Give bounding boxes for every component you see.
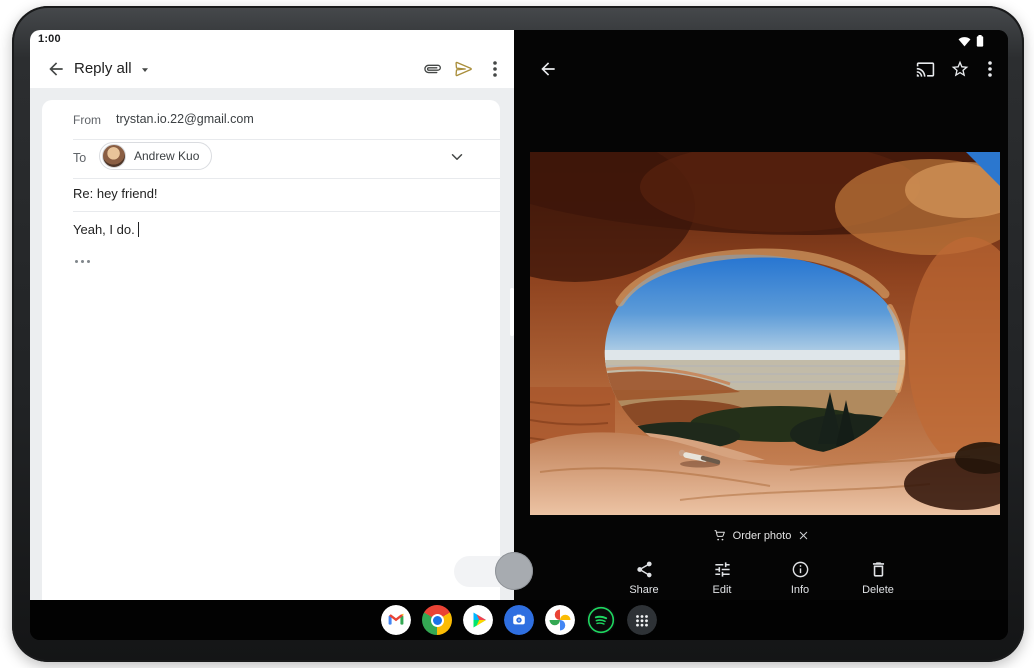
delete-button[interactable]: Delete	[848, 560, 908, 596]
divider	[73, 211, 500, 212]
touch-indicator	[495, 552, 533, 590]
chrome-app-icon[interactable]	[422, 605, 452, 635]
divider	[73, 178, 500, 179]
delete-icon	[869, 560, 888, 579]
taskbar	[30, 600, 1008, 640]
chrome-icon-center	[433, 616, 442, 625]
info-label: Info	[791, 584, 809, 596]
ellipsis-icon	[81, 260, 84, 263]
camera-app-icon[interactable]	[504, 605, 534, 635]
recipient-name: Andrew Kuo	[134, 149, 199, 163]
gmail-compose-background: From trystan.io.22@gmail.com To Andrew K…	[30, 88, 514, 600]
subject-field[interactable]: Re: hey friend!	[73, 186, 158, 201]
divider	[73, 139, 500, 140]
wifi-icon	[958, 36, 971, 47]
gmail-pane: 1:00 Reply all From trystan.io.22@gmail.…	[30, 30, 514, 600]
recipient-avatar	[102, 144, 126, 168]
photos-appbar	[514, 50, 1008, 88]
photos-action-bar: Share Edit Info Delete	[514, 560, 1008, 596]
chevron-down-icon[interactable]	[448, 148, 466, 166]
order-photo-chip[interactable]: Order photo	[514, 529, 1008, 542]
back-arrow-icon[interactable]	[46, 59, 66, 79]
split-divider-handle[interactable]	[510, 288, 514, 336]
photo-red-rock-arch[interactable]	[530, 152, 1000, 515]
screenshot-stage: 1:00 Reply all From trystan.io.22@gmail.…	[0, 0, 1034, 668]
info-icon	[791, 560, 810, 579]
share-label: Share	[629, 584, 658, 596]
send-icon[interactable]	[454, 59, 474, 79]
close-icon[interactable]	[798, 530, 809, 541]
photos-pane: Order photo Share Edit Info	[514, 30, 1008, 600]
tune-icon	[713, 560, 732, 579]
edit-label: Edit	[713, 584, 732, 596]
from-address[interactable]: trystan.io.22@gmail.com	[116, 112, 254, 126]
quoted-text-toggle[interactable]	[75, 260, 90, 263]
google-photos-app-icon[interactable]	[545, 605, 575, 635]
attachment-icon[interactable]	[419, 55, 447, 83]
star-icon[interactable]	[950, 59, 970, 79]
back-arrow-icon[interactable]	[538, 59, 558, 79]
tablet-screen: 1:00 Reply all From trystan.io.22@gmail.…	[30, 30, 1008, 640]
share-button[interactable]: Share	[614, 560, 674, 596]
cart-icon	[713, 529, 726, 542]
message-body-text: Yeah, I do.	[73, 222, 135, 237]
ellipsis-icon	[75, 260, 78, 263]
info-button[interactable]: Info	[770, 560, 830, 596]
dropdown-caret-icon[interactable]	[140, 65, 150, 75]
order-photo-label: Order photo	[733, 530, 792, 542]
compose-card: From trystan.io.22@gmail.com To Andrew K…	[42, 100, 500, 600]
text-cursor	[138, 222, 140, 237]
status-icons	[958, 35, 984, 47]
compose-mode-title[interactable]: Reply all	[74, 60, 132, 77]
edit-button[interactable]: Edit	[692, 560, 752, 596]
message-body-field[interactable]: Yeah, I do.	[73, 222, 139, 237]
play-store-app-icon[interactable]	[463, 605, 493, 635]
spotify-app-icon[interactable]	[586, 605, 616, 635]
gmail-app-icon[interactable]	[381, 605, 411, 635]
recipient-chip[interactable]: Andrew Kuo	[99, 142, 212, 170]
gmail-appbar: Reply all	[30, 50, 514, 88]
from-label: From	[73, 113, 101, 127]
status-time: 1:00	[38, 33, 61, 45]
overflow-menu-icon[interactable]	[486, 59, 504, 79]
tablet-bezel: 1:00 Reply all From trystan.io.22@gmail.…	[12, 6, 1024, 662]
to-label: To	[73, 151, 86, 165]
share-icon	[635, 560, 654, 579]
ellipsis-icon	[87, 260, 90, 263]
battery-icon	[976, 35, 984, 47]
all-apps-button[interactable]	[627, 605, 657, 635]
cast-icon[interactable]	[916, 60, 935, 79]
overflow-menu-icon[interactable]	[981, 59, 999, 79]
delete-label: Delete	[862, 584, 894, 596]
